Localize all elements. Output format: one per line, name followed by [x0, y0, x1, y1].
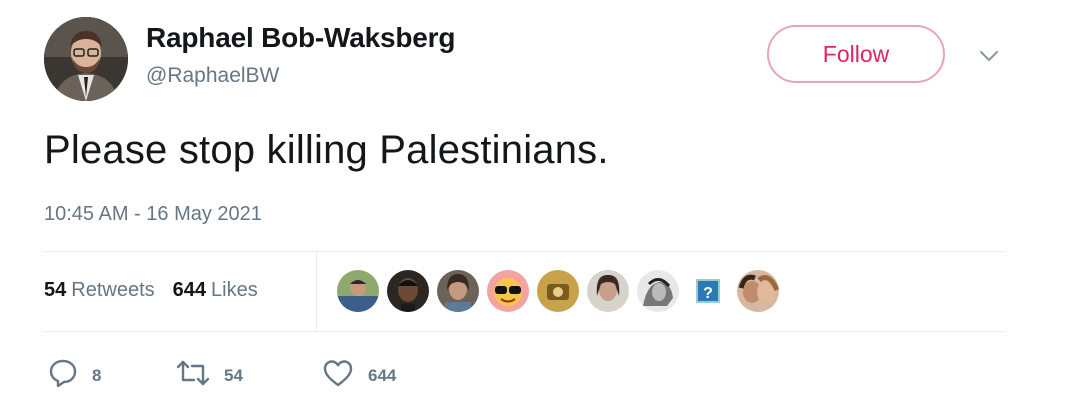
chevron-down-icon[interactable] — [978, 45, 1000, 67]
liker-avatar-2[interactable] — [387, 270, 429, 312]
liker-avatar-8[interactable]: ? — [687, 270, 729, 312]
liker-avatar-4[interactable] — [487, 270, 529, 312]
svg-text:?: ? — [703, 285, 713, 302]
heart-icon — [322, 358, 354, 393]
stats-divider — [316, 252, 317, 330]
tweet-text: Please stop killing Palestinians. — [44, 128, 609, 172]
author-display-name[interactable]: Raphael Bob-Waksberg — [146, 22, 455, 54]
liker-avatar-3[interactable] — [437, 270, 479, 312]
liker-avatar-5[interactable] — [537, 270, 579, 312]
likes-label: Likes — [211, 279, 258, 301]
like-button[interactable]: 644 — [322, 358, 396, 393]
likes-count: 644 — [172, 279, 206, 301]
divider — [44, 251, 1004, 252]
retweets-label: Retweets — [71, 279, 155, 301]
liker-avatar-1[interactable] — [337, 270, 379, 312]
retweet-count: 54 — [224, 365, 243, 385]
reply-count: 8 — [92, 365, 102, 385]
author-avatar[interactable] — [44, 17, 128, 101]
like-count: 644 — [368, 365, 397, 385]
author-handle[interactable]: @RaphaelBW — [146, 64, 279, 88]
tweet-card: Raphael Bob-Waksberg @RaphaelBW Follow P… — [0, 0, 1070, 402]
liker-avatars: ? — [337, 270, 779, 312]
liker-avatar-7[interactable] — [637, 270, 679, 312]
reply-button[interactable]: 8 — [48, 358, 101, 393]
retweets-count: 54 — [44, 279, 67, 301]
likes-stat[interactable]: 644 Likes — [173, 279, 258, 302]
retweet-button[interactable]: 54 — [176, 358, 243, 393]
liker-avatar-9[interactable] — [737, 270, 779, 312]
retweet-icon — [176, 358, 210, 393]
tweet-timestamp[interactable]: 10:45 AM - 16 May 2021 — [44, 203, 262, 226]
divider — [44, 331, 1004, 332]
retweets-stat[interactable]: 54 Retweets — [44, 279, 155, 302]
tweet-stats: 54 Retweets 644 Likes — [44, 279, 258, 302]
reply-icon — [48, 358, 78, 393]
liker-avatar-6[interactable] — [587, 270, 629, 312]
follow-button[interactable]: Follow — [767, 25, 945, 83]
